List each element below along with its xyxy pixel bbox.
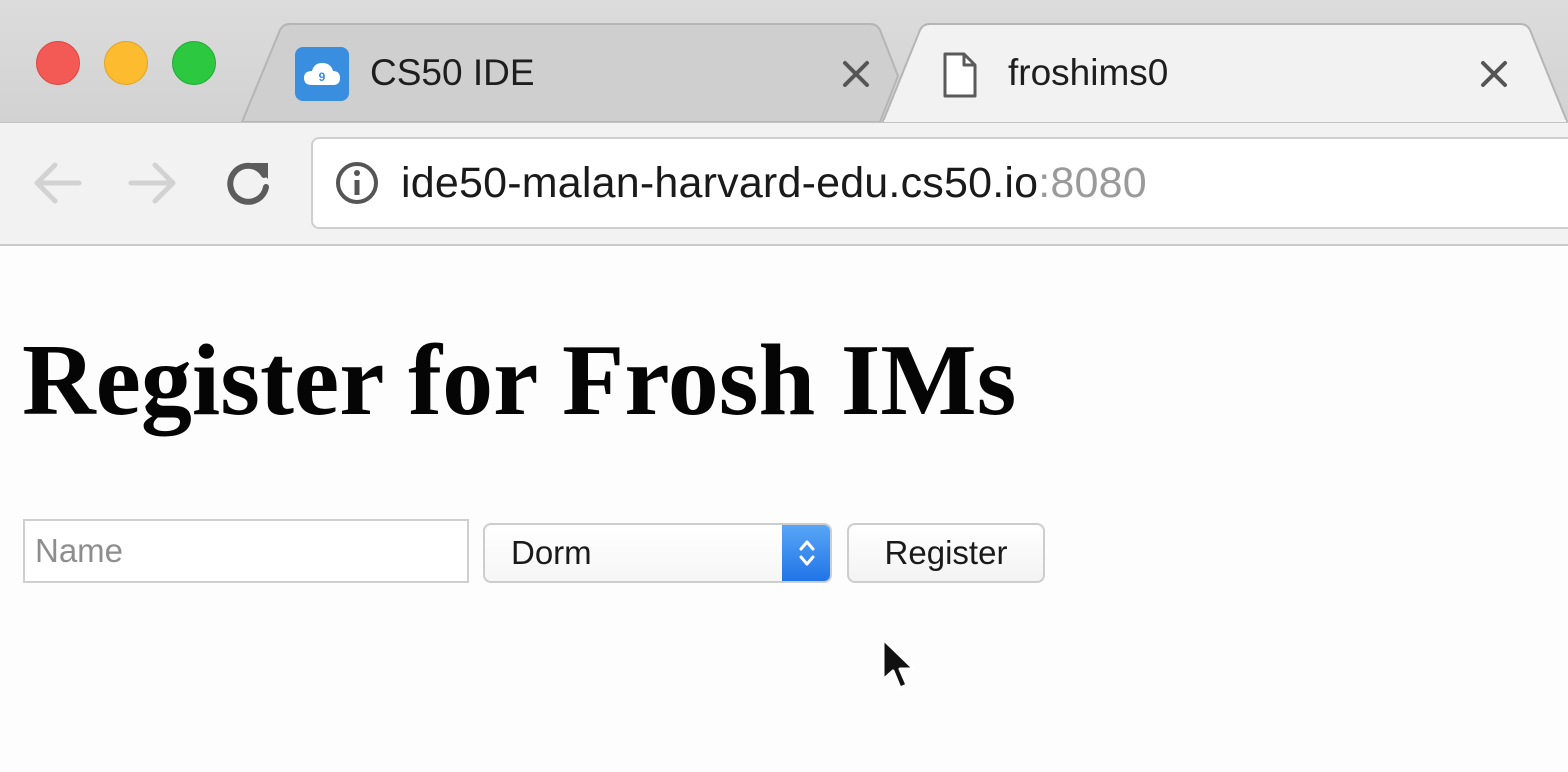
page-icon xyxy=(943,52,977,98)
dorm-select[interactable]: Dorm xyxy=(483,523,832,583)
window-maximize-button[interactable] xyxy=(172,41,216,85)
cloud9-icon: 9 xyxy=(295,47,349,101)
tab-close-icon[interactable] xyxy=(1472,52,1516,96)
dorm-select-value: Dorm xyxy=(511,534,592,571)
browser-toolbar: ide50-malan-harvard-edu.cs50.io:8080 xyxy=(0,122,1568,246)
url-host: ide50-malan-harvard-edu.cs50.io xyxy=(401,159,1039,207)
info-icon[interactable] xyxy=(335,161,379,205)
select-arrows-icon xyxy=(782,525,830,581)
back-button[interactable] xyxy=(27,153,87,213)
browser-window: 9 CS50 IDE froshims0 ide50-malan-harvard… xyxy=(0,0,1568,772)
url-text[interactable]: ide50-malan-harvard-edu.cs50.io:8080 xyxy=(401,139,1147,227)
url-port: :8080 xyxy=(1038,159,1147,207)
mouse-cursor-icon xyxy=(881,637,916,690)
svg-text:9: 9 xyxy=(319,70,326,84)
tab-title-froshims0: froshims0 xyxy=(1008,52,1169,93)
reload-icon xyxy=(227,162,269,205)
window-close-button[interactable] xyxy=(36,41,80,85)
tab-title-cs50-ide: CS50 IDE xyxy=(370,52,535,93)
address-bar[interactable]: ide50-malan-harvard-edu.cs50.io:8080 xyxy=(311,137,1568,229)
forward-button[interactable] xyxy=(123,153,183,213)
page-title: Register for Frosh IMs xyxy=(22,324,1017,437)
register-button[interactable]: Register xyxy=(847,523,1045,583)
name-input[interactable] xyxy=(23,519,469,583)
arrow-right-icon xyxy=(128,162,176,204)
tab-background-active xyxy=(880,23,1568,124)
arrow-left-icon xyxy=(34,162,82,204)
tab-close-icon[interactable] xyxy=(834,52,878,96)
window-minimize-button[interactable] xyxy=(104,41,148,85)
reload-button[interactable] xyxy=(218,153,278,213)
tab-strip: 9 CS50 IDE froshims0 xyxy=(0,0,1568,124)
tab-froshims0[interactable] xyxy=(880,22,1568,124)
page-content: Register for Frosh IMs Dorm Register xyxy=(0,246,1568,772)
